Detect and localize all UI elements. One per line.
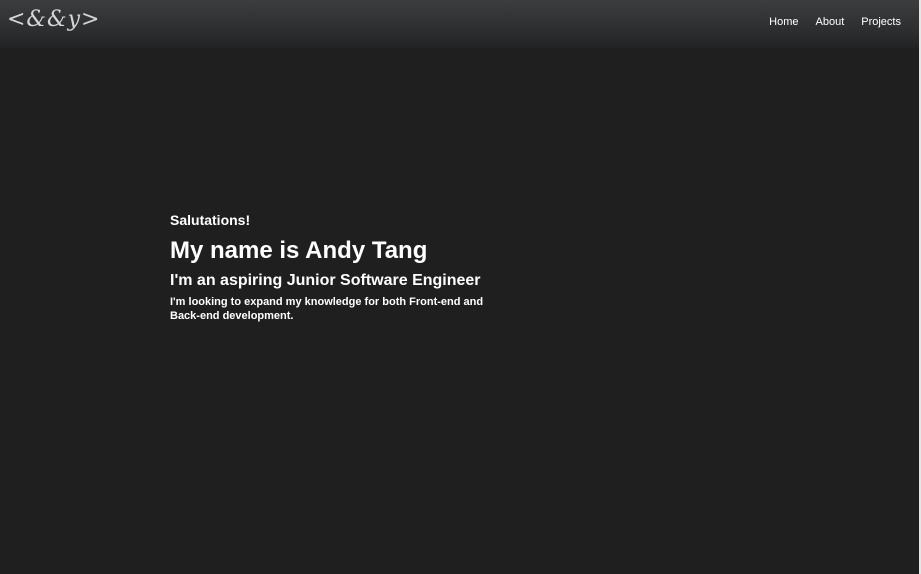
page: <&&y> Home About Projects Salutations! M…	[0, 0, 921, 574]
hero-name: My name is Andy Tang	[170, 237, 428, 264]
hero-role: I'm an aspiring Junior Software Engineer	[170, 272, 481, 289]
hero-section: Salutations! My name is Andy Tang I'm an…	[170, 212, 500, 323]
hero-greeting: Salutations!	[170, 212, 251, 228]
nav-link-projects[interactable]: Projects	[861, 16, 901, 28]
nav-link-home[interactable]: Home	[769, 16, 798, 28]
main-nav: Home About Projects	[769, 16, 901, 28]
hero-blurb: I'm looking to expand my knowledge for b…	[170, 296, 484, 322]
nav-link-about[interactable]: About	[816, 16, 845, 28]
navbar: <&&y> Home About Projects	[0, 0, 921, 48]
site-logo[interactable]: <&&y>	[7, 9, 100, 31]
